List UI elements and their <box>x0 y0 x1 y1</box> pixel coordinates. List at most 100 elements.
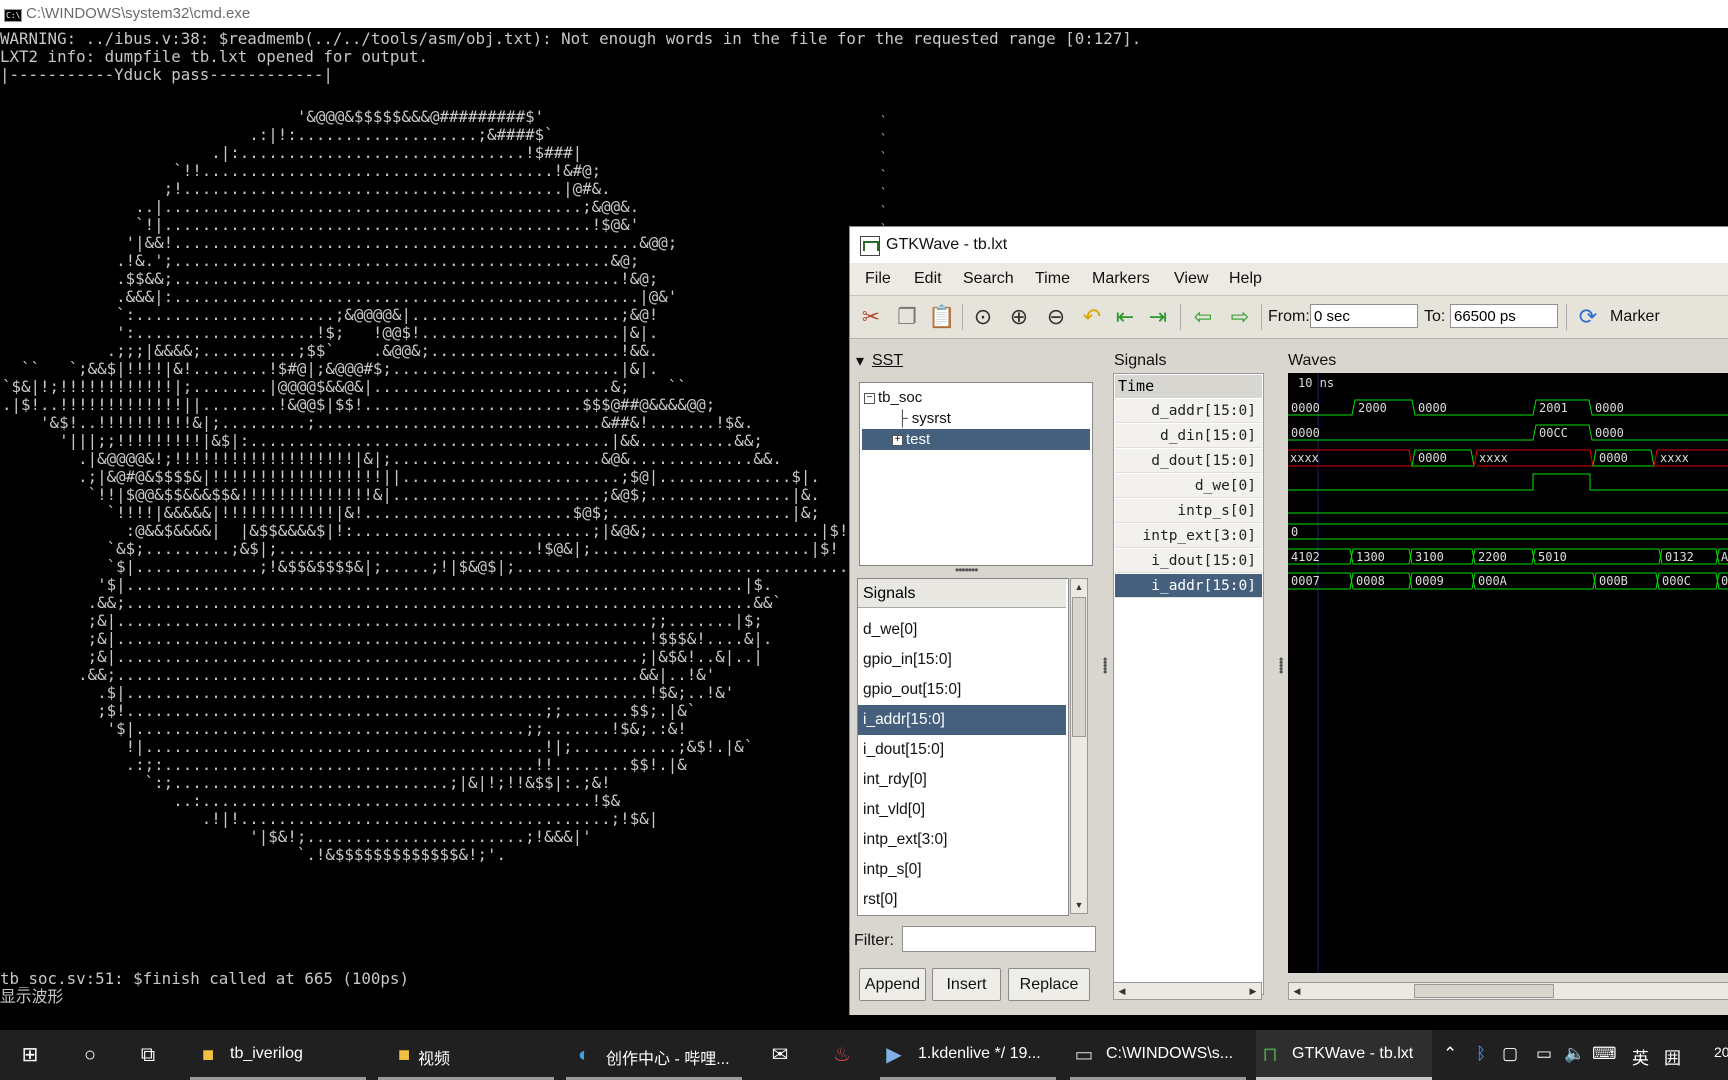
copy-icon[interactable]: ❐ <box>894 304 920 330</box>
taskbar-app[interactable]: ✉ <box>760 1030 800 1080</box>
waves-hscrollbar[interactable]: ◀ <box>1288 982 1728 1000</box>
sst-expander-icon[interactable]: ▾ <box>856 351 864 371</box>
collapse-icon[interactable]: − <box>864 392 875 404</box>
taskbar-app-active[interactable]: ⊓ GTKWave - tb.lxt <box>1256 1030 1432 1080</box>
replace-button[interactable]: Replace <box>1008 968 1090 1001</box>
signal-list-item-selected[interactable]: i_addr[15:0] <box>858 705 1066 735</box>
tree-node-test[interactable]: + test <box>862 429 1090 450</box>
signal-list-item[interactable]: gpio_out[15:0] <box>858 675 1066 705</box>
cmd-title-bar[interactable]: C:\WINDOWS\system32\cmd.exe <box>0 0 1728 30</box>
from-time-input[interactable]: 0 sec <box>1310 304 1418 328</box>
folder-icon: ■ <box>397 1044 411 1066</box>
to-time-input[interactable]: 66500 ps <box>1450 304 1558 328</box>
cut-icon[interactable]: ✂ <box>858 304 884 330</box>
trace-value: 0000 <box>1595 401 1624 415</box>
signal-list-scrollbar[interactable]: ▲ ▼ <box>1070 578 1088 914</box>
ime-language[interactable]: 英 <box>1632 1044 1649 1069</box>
zoom-in-icon[interactable]: ⊕ <box>1006 304 1032 330</box>
edge-icon: ◐ <box>577 1044 591 1066</box>
task-view-button[interactable]: ⧉ <box>126 1030 170 1080</box>
signal-row[interactable]: intp_s[0] <box>1115 499 1262 523</box>
tree-node-sysrst[interactable]: ├ sysrst <box>860 408 1090 429</box>
zoom-to-start-icon[interactable]: ⇤ <box>1112 304 1138 330</box>
reload-icon[interactable]: ⟳ <box>1575 304 1601 330</box>
trace-value: 0 <box>1291 525 1298 539</box>
gtkwave-window-title: GTKWave - tb.lxt <box>886 236 1008 253</box>
sst-signal-list: Signals d_we[0] gpio_in[15:0] gpio_out[1… <box>857 578 1069 916</box>
taskbar: ⊞ ○ ⧉ ■ tb_iverilog ■ 视频 ◐ 创作中心 - 哔哩... … <box>0 1030 1728 1080</box>
signal-list-item[interactable]: intp_s[0] <box>858 855 1066 885</box>
cmd-icon: ▭ <box>1074 1044 1094 1066</box>
taskbar-app[interactable]: ▶ 1.kdenlive */ 19... <box>880 1030 1056 1080</box>
signal-row[interactable]: i_dout[15:0] <box>1115 549 1262 573</box>
paste-icon[interactable]: 📋 <box>928 304 955 330</box>
signal-list-item[interactable]: gpio_in[15:0] <box>858 645 1066 675</box>
pane-resize-handle[interactable]: ••••• <box>1098 657 1112 673</box>
gtkwave-title-bar[interactable]: GTKWave - tb.lxt <box>850 227 1728 263</box>
signal-row-selected[interactable]: i_addr[15:0] <box>1115 574 1262 598</box>
signal-list-item[interactable]: int_vld[0] <box>858 795 1066 825</box>
from-label: From: <box>1268 308 1310 325</box>
menu-bar: File Edit Search Time Markers View Help <box>850 263 1728 296</box>
append-button[interactable]: Append <box>859 968 926 1001</box>
taskbar-app[interactable]: ■ tb_iverilog <box>190 1030 366 1080</box>
pane-resize-handle[interactable]: ••••• <box>1274 657 1288 673</box>
signal-list-item[interactable]: d_we[0] <box>858 615 1066 645</box>
trace-value: 0007 <box>1291 574 1320 588</box>
signal-list-item[interactable]: i_dout[15:0] <box>858 735 1066 765</box>
volume-icon[interactable]: 🔈 <box>1564 1044 1585 1064</box>
scrollbar-thumb[interactable] <box>1072 597 1086 737</box>
ime-mode-icon[interactable]: 囲 <box>1664 1044 1681 1069</box>
trace-value: xxxx <box>1479 451 1508 465</box>
network-icon[interactable]: ▢ <box>1502 1044 1518 1064</box>
menu-markers[interactable]: Markers <box>1086 263 1156 295</box>
scroll-left-icon[interactable]: ◀ <box>1289 983 1305 999</box>
signal-list-item[interactable]: intp_ext[3:0] <box>858 825 1066 855</box>
taskbar-app[interactable]: ◐ 创作中心 - 哔哩... <box>566 1030 742 1080</box>
undo-zoom-icon[interactable]: ↶ <box>1079 304 1105 330</box>
tree-node-label: test <box>906 431 931 448</box>
expand-icon[interactable]: + <box>892 434 903 446</box>
menu-search[interactable]: Search <box>957 263 1020 295</box>
signal-row[interactable]: d_dout[15:0] <box>1115 449 1262 473</box>
keyboard-icon[interactable]: ⌨ <box>1592 1044 1617 1064</box>
search-button[interactable]: ○ <box>68 1030 112 1080</box>
signal-row[interactable]: d_we[0] <box>1115 474 1262 498</box>
waveform-canvas[interactable]: 10 ns 0000 2000 0000 2001 0000 0000 00CC… <box>1288 373 1728 973</box>
clock[interactable]: 20 <box>1714 1044 1728 1060</box>
find-next-edge-icon[interactable]: ⇨ <box>1227 304 1253 330</box>
filter-input[interactable] <box>902 926 1096 952</box>
pane-resize-handle[interactable]: ••••••• <box>955 563 978 577</box>
scrollbar-thumb[interactable] <box>1414 984 1554 998</box>
zoom-fit-icon[interactable]: ⊙ <box>970 304 996 330</box>
scroll-right-icon[interactable]: ▶ <box>1245 983 1261 999</box>
show-hidden-icons-icon[interactable]: ⌃ <box>1443 1044 1457 1064</box>
menu-time[interactable]: Time <box>1029 263 1076 295</box>
tree-node-tb-soc[interactable]: − tb_soc <box>860 387 1090 408</box>
signal-row[interactable]: d_din[15:0] <box>1115 424 1262 448</box>
battery-icon[interactable]: ▭ <box>1536 1044 1552 1064</box>
signal-list-item[interactable]: int_rdy[0] <box>858 765 1066 795</box>
scroll-down-icon[interactable]: ▼ <box>1071 897 1087 913</box>
menu-edit[interactable]: Edit <box>908 263 948 295</box>
signal-list-item[interactable]: rst[0] <box>858 885 1066 915</box>
menu-help[interactable]: Help <box>1223 263 1268 295</box>
taskbar-app[interactable]: ▭ C:\WINDOWS\s... <box>1070 1030 1246 1080</box>
start-button[interactable]: ⊞ <box>14 1030 54 1080</box>
zoom-out-icon[interactable]: ⊖ <box>1043 304 1069 330</box>
taskbar-app[interactable]: ■ 视频 <box>378 1030 554 1080</box>
menu-file[interactable]: File <box>859 263 897 295</box>
zoom-to-end-icon[interactable]: ⇥ <box>1145 304 1171 330</box>
signals-hscrollbar[interactable]: ◀ ▶ <box>1113 982 1262 1000</box>
signal-list-header[interactable]: Signals <box>858 579 1066 608</box>
signal-row[interactable]: intp_ext[3:0] <box>1115 524 1262 548</box>
bluetooth-icon[interactable]: ᛒ <box>1476 1044 1486 1064</box>
insert-button[interactable]: Insert <box>932 968 1001 1001</box>
signal-row[interactable]: d_addr[15:0] <box>1115 399 1262 423</box>
menu-view[interactable]: View <box>1168 263 1214 295</box>
scroll-up-icon[interactable]: ▲ <box>1071 579 1087 595</box>
taskbar-app-label: 创作中心 - 哔哩... <box>606 1051 730 1068</box>
scroll-left-icon[interactable]: ◀ <box>1114 983 1130 999</box>
find-previous-edge-icon[interactable]: ⇦ <box>1190 304 1216 330</box>
taskbar-app[interactable]: ♨ <box>822 1030 862 1080</box>
